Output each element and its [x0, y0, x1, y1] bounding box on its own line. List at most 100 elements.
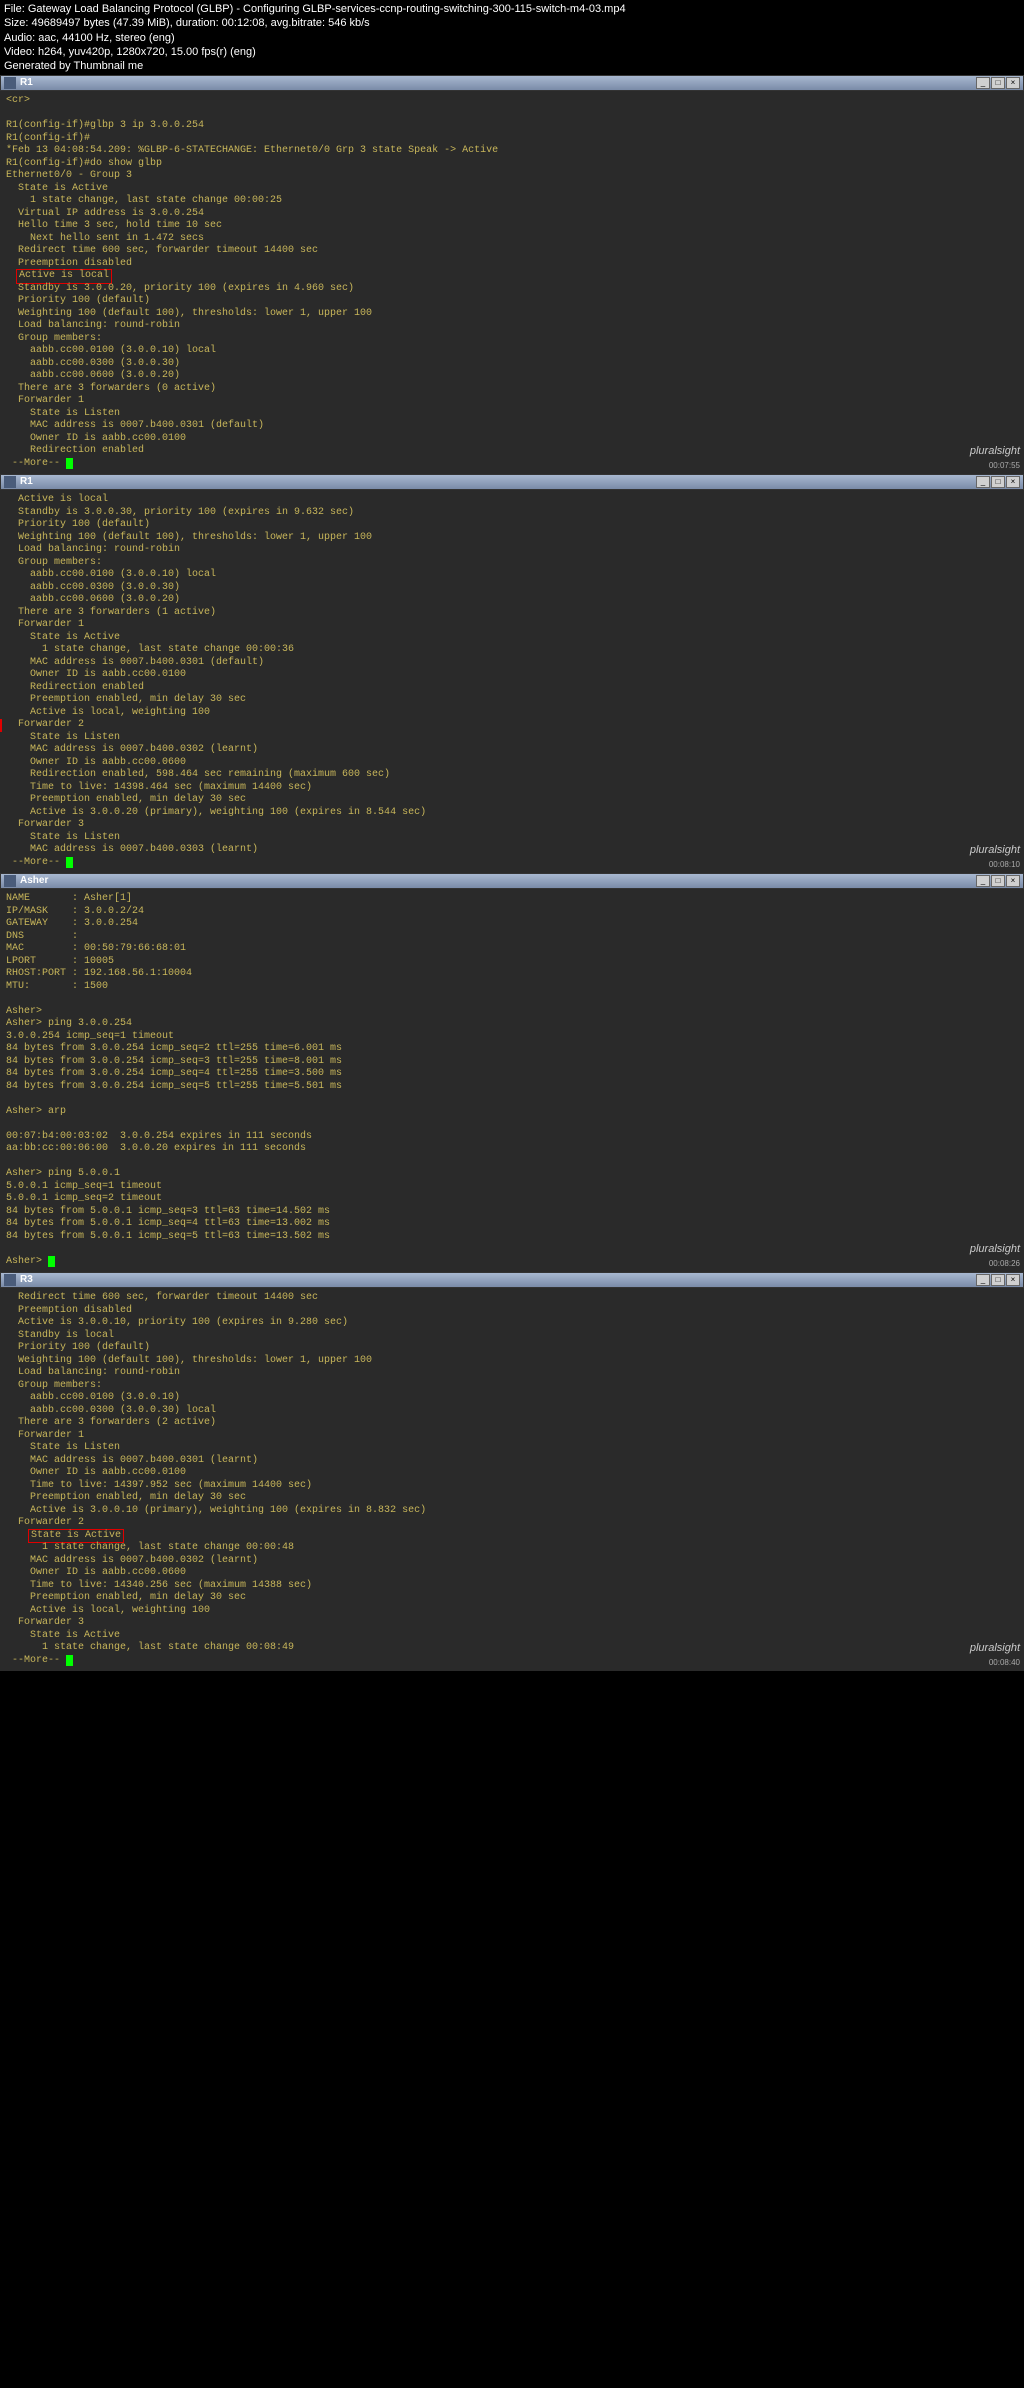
terminal-line: 84 bytes from 5.0.0.1 icmp_seq=3 ttl=63 …: [6, 1206, 1018, 1219]
maximize-button[interactable]: □: [991, 77, 1005, 89]
timecode: 00:08:10: [989, 860, 1020, 869]
terminal-output[interactable]: Active is local Standby is 3.0.0.30, pri…: [0, 490, 1024, 873]
terminal-line: <cr>: [6, 95, 1018, 108]
terminal-output[interactable]: NAME : Asher[1]IP/MASK : 3.0.0.2/24GATEW…: [0, 889, 1024, 1272]
terminal-line: --More--: [6, 458, 1018, 471]
terminal-line: Active is 3.0.0.20 (primary), weighting …: [6, 807, 1018, 820]
terminal-line: Priority 100 (default): [6, 1342, 1018, 1355]
minimize-button[interactable]: _: [976, 77, 990, 89]
terminal-line: Virtual IP address is 3.0.0.254: [6, 208, 1018, 221]
close-button[interactable]: ×: [1006, 1274, 1020, 1286]
minimize-button[interactable]: _: [976, 875, 990, 887]
close-button[interactable]: ×: [1006, 476, 1020, 488]
window-icon: [4, 77, 16, 89]
terminal-line: Active is local: [6, 494, 1018, 507]
terminal-line: Group members:: [6, 333, 1018, 346]
file-size: Size: 49689497 bytes (47.39 MiB), durati…: [4, 16, 1020, 30]
terminal-line: Time to live: 14397.952 sec (maximum 144…: [6, 1480, 1018, 1493]
terminal-line: Priority 100 (default): [6, 519, 1018, 532]
close-button[interactable]: ×: [1006, 77, 1020, 89]
terminal-line: Asher> ping 5.0.0.1: [6, 1168, 1018, 1181]
terminal-line: 1 state change, last state change 00:00:…: [6, 195, 1018, 208]
terminal-line: Next hello sent in 1.472 secs: [6, 233, 1018, 246]
terminal-line: aabb.cc00.0300 (3.0.0.30): [6, 582, 1018, 595]
maximize-button[interactable]: □: [991, 875, 1005, 887]
terminal-line: aabb.cc00.0300 (3.0.0.30) local: [6, 1405, 1018, 1418]
watermark: pluralsight00:08:40: [970, 1642, 1020, 1670]
cursor: [66, 1655, 73, 1666]
terminal-line: aabb.cc00.0300 (3.0.0.30): [6, 358, 1018, 371]
maximize-button[interactable]: □: [991, 476, 1005, 488]
terminal-line: [6, 993, 1018, 1006]
terminal-line: R1(config-if)#glbp 3 ip 3.0.0.254: [6, 120, 1018, 133]
window-title: R1: [20, 77, 976, 90]
window-icon: [4, 875, 16, 887]
terminal-line: 5.0.0.1 icmp_seq=1 timeout: [6, 1181, 1018, 1194]
terminal-line: There are 3 forwarders (1 active): [6, 607, 1018, 620]
terminal-output[interactable]: Redirect time 600 sec, forwarder timeout…: [0, 1288, 1024, 1671]
terminal-line: MAC address is 0007.b400.0302 (learnt): [6, 1555, 1018, 1568]
terminal-line: 3.0.0.254 icmp_seq=1 timeout: [6, 1031, 1018, 1044]
terminal-line: 84 bytes from 5.0.0.1 icmp_seq=4 ttl=63 …: [6, 1218, 1018, 1231]
terminal-line: Owner ID is aabb.cc00.0600: [6, 1567, 1018, 1580]
terminal-line: RHOST:PORT : 192.168.56.1:10004: [6, 968, 1018, 981]
terminal-line: MAC address is 0007.b400.0301 (learnt): [6, 1455, 1018, 1468]
terminal-line: 84 bytes from 3.0.0.254 icmp_seq=5 ttl=2…: [6, 1081, 1018, 1094]
terminal-line: Asher> ping 3.0.0.254: [6, 1018, 1018, 1031]
minimize-button[interactable]: _: [976, 1274, 990, 1286]
terminal-line: *Feb 13 04:08:54.209: %GLBP-6-STATECHANG…: [6, 145, 1018, 158]
terminal-line: R1(config-if)#: [6, 133, 1018, 146]
terminal-line: Load balancing: round-robin: [6, 320, 1018, 333]
terminal-line: 84 bytes from 3.0.0.254 icmp_seq=3 ttl=2…: [6, 1056, 1018, 1069]
window-titlebar[interactable]: R1_□×: [0, 474, 1024, 490]
watermark: pluralsight00:08:10: [970, 844, 1020, 872]
terminal-line: Owner ID is aabb.cc00.0100: [6, 433, 1018, 446]
window-icon: [4, 476, 16, 488]
terminal-line: GATEWAY : 3.0.0.254: [6, 918, 1018, 931]
terminal-line: [6, 1243, 1018, 1256]
terminal-line: aa:bb:cc:00:06:00 3.0.0.20 expires in 11…: [6, 1143, 1018, 1156]
terminal-line: 84 bytes from 5.0.0.1 icmp_seq=5 ttl=63 …: [6, 1231, 1018, 1244]
close-button[interactable]: ×: [1006, 875, 1020, 887]
terminal-line: Owner ID is aabb.cc00.0100: [6, 669, 1018, 682]
terminal-line: Priority 100 (default): [6, 295, 1018, 308]
window-titlebar[interactable]: Asher_□×: [0, 873, 1024, 889]
terminal-line: 84 bytes from 3.0.0.254 icmp_seq=2 ttl=2…: [6, 1043, 1018, 1056]
terminal-line: Preemption disabled: [6, 1305, 1018, 1318]
terminal-line: MTU: : 1500: [6, 981, 1018, 994]
terminal-line: There are 3 forwarders (2 active): [6, 1417, 1018, 1430]
terminal-line: Forwarder 1: [6, 1430, 1018, 1443]
cursor: [48, 1256, 55, 1267]
timecode: 00:08:26: [989, 1259, 1020, 1268]
terminal-line: IP/MASK : 3.0.0.2/24: [6, 906, 1018, 919]
maximize-button[interactable]: □: [991, 1274, 1005, 1286]
terminal-line: Redirection enabled: [6, 445, 1018, 458]
terminal-line: Preemption enabled, min delay 30 sec: [6, 1592, 1018, 1605]
terminal-line: MAC address is 0007.b400.0301 (default): [6, 657, 1018, 670]
minimize-button[interactable]: _: [976, 476, 990, 488]
window-titlebar[interactable]: R1_□×: [0, 75, 1024, 91]
terminal-line: Owner ID is aabb.cc00.0100: [6, 1467, 1018, 1480]
terminal-line: aabb.cc00.0100 (3.0.0.10): [6, 1392, 1018, 1405]
terminal-line: State is Listen: [6, 732, 1018, 745]
terminal-line: Active is 3.0.0.10 (primary), weighting …: [6, 1505, 1018, 1518]
terminal-line: [6, 1156, 1018, 1169]
terminal-line: 1 state change, last state change 00:00:…: [6, 644, 1018, 657]
terminal-line: Standby is local: [6, 1330, 1018, 1343]
terminal-line: State is Active: [6, 183, 1018, 196]
window-title: Asher: [20, 875, 976, 888]
terminal-line: Ethernet0/0 - Group 3: [6, 170, 1018, 183]
window-titlebar[interactable]: R3_□×: [0, 1272, 1024, 1288]
file-generator: Generated by Thumbnail me: [4, 59, 1020, 73]
terminal-line: Active is 3.0.0.10, priority 100 (expire…: [6, 1317, 1018, 1330]
highlight-box: Active is local: [16, 269, 112, 284]
terminal-output[interactable]: <cr> R1(config-if)#glbp 3 ip 3.0.0.254R1…: [0, 91, 1024, 474]
terminal-line: Redirect time 600 sec, forwarder timeout…: [6, 1292, 1018, 1305]
terminal-line: Asher>: [6, 1006, 1018, 1019]
terminal-line: [6, 108, 1018, 121]
terminal-line: aabb.cc00.0600 (3.0.0.20): [6, 594, 1018, 607]
terminal-line: Preemption enabled, min delay 30 sec: [6, 694, 1018, 707]
file-name: File: Gateway Load Balancing Protocol (G…: [4, 2, 1020, 16]
watermark: pluralsight00:07:55: [970, 445, 1020, 473]
terminal-line: MAC address is 0007.b400.0302 (learnt): [6, 744, 1018, 757]
